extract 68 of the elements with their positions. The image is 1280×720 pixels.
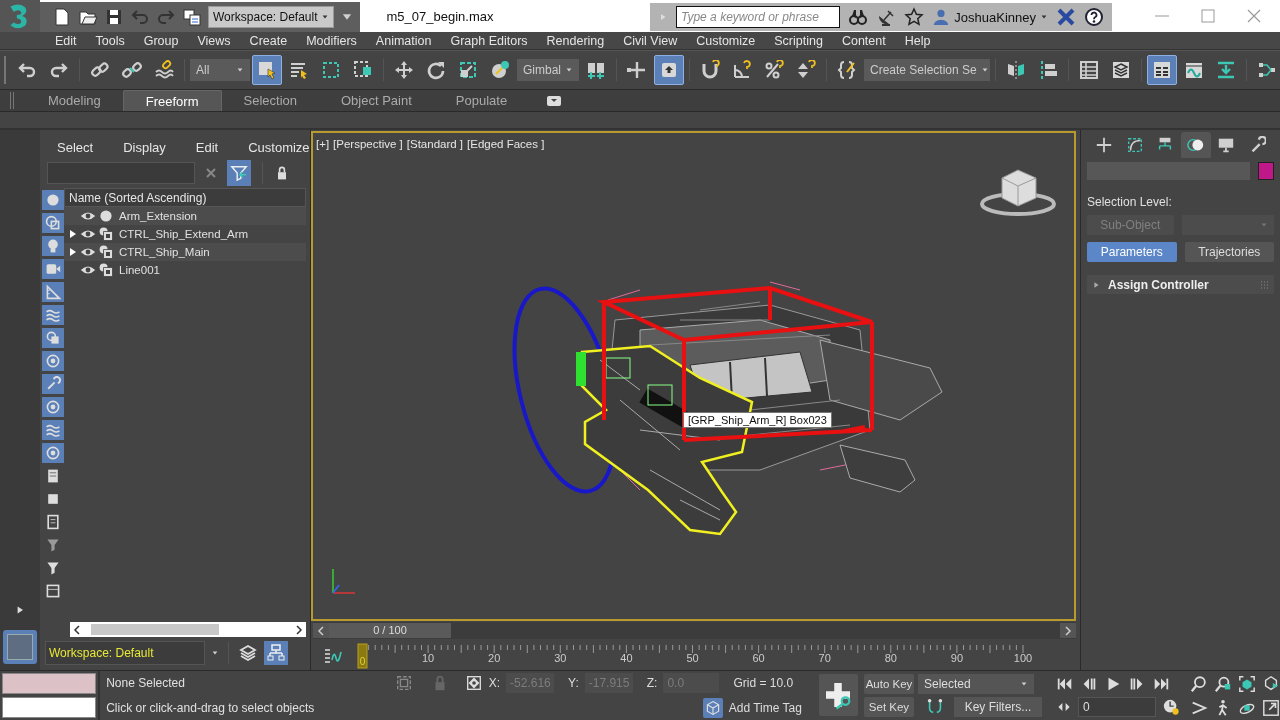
menu-item[interactable]: Scripting xyxy=(774,33,823,48)
workspace-dropdown[interactable]: Workspace: Default xyxy=(208,6,334,28)
viewport[interactable]: [+] [Perspective ] [Standard ] [Edged Faces ] [GRP_Ship_Arm_R] Box023 xyxy=(311,131,1076,621)
selection-status: None Selected xyxy=(106,676,186,691)
viewport-label[interactable]: [Edged Faces ] xyxy=(467,138,545,150)
frame-number: 20 xyxy=(488,652,501,664)
coordinate-label: Y: xyxy=(568,676,579,691)
frame-number: 30 xyxy=(554,652,567,664)
menu-item[interactable]: Rendering xyxy=(546,33,605,48)
mode-button[interactable]: Trajectories xyxy=(1184,242,1274,262)
menu-item[interactable]: Group xyxy=(143,33,179,48)
frame-field[interactable]: 0 xyxy=(1078,697,1156,717)
menu-item[interactable]: Graph Editors xyxy=(450,33,528,48)
time-tag-label[interactable]: Add Time Tag xyxy=(728,700,802,715)
menu-item[interactable]: Modifiers xyxy=(306,33,357,48)
object-name[interactable]: CTRL_Ship_Extend_Arm xyxy=(116,228,249,240)
prompt-text: Click or click-and-drag to select objects xyxy=(106,700,316,715)
menu-item[interactable]: Edit xyxy=(180,139,234,155)
section-label: Selection Level: xyxy=(1087,195,1173,209)
mode-button[interactable]: Parameters xyxy=(1087,242,1177,262)
workspace-dropdown[interactable]: Workspace: Default xyxy=(45,641,205,665)
named-selection-dropdown[interactable]: Create Selection Se xyxy=(864,59,990,81)
menu-item[interactable]: Edit xyxy=(55,33,77,48)
grid-size: Grid = 10.0 xyxy=(733,676,794,691)
ribbon-tab[interactable]: Modeling xyxy=(26,90,123,111)
frame-number: 70 xyxy=(818,652,831,664)
menu-item[interactable]: Views xyxy=(197,33,231,48)
ribbon-tab[interactable]: Selection xyxy=(221,90,319,111)
frame-number: 40 xyxy=(620,652,633,664)
viewport-label[interactable]: [Perspective ] xyxy=(333,138,403,150)
menu-item[interactable]: Tools xyxy=(95,33,125,48)
frame-number: 50 xyxy=(686,652,699,664)
auto-key-button[interactable]: Auto Key xyxy=(864,674,914,694)
menu-item[interactable]: Select xyxy=(42,139,109,155)
coordinate-label: Z: xyxy=(646,676,658,691)
window-title: m5_07_begin.max xyxy=(385,8,495,24)
time-slider-thumb[interactable]: 0 / 100 xyxy=(329,623,451,638)
current-frame: 0 xyxy=(359,656,366,667)
menu-item[interactable]: Civil View xyxy=(623,33,678,48)
frame-number: 60 xyxy=(752,652,765,664)
frame-number: 100 xyxy=(1013,652,1033,664)
key-filters-button[interactable]: Key Filters... xyxy=(954,697,1042,717)
selection-filter-dropdown[interactable]: All xyxy=(190,59,250,81)
set-key-button[interactable]: Set Key xyxy=(864,697,914,717)
menu-item[interactable]: Create xyxy=(249,33,288,48)
column-header[interactable]: Name (Sorted Ascending) xyxy=(64,188,306,207)
menu-item[interactable]: Help xyxy=(904,33,931,48)
viewport-label[interactable]: [Standard ] xyxy=(406,138,464,150)
menu-item[interactable]: Customize xyxy=(696,33,756,48)
frame-number: 80 xyxy=(884,652,897,664)
coordinate-label: X: xyxy=(488,676,501,691)
frame-number: 10 xyxy=(421,652,435,664)
menu-item[interactable]: Display xyxy=(108,139,181,155)
ribbon-tab[interactable]: Freeform xyxy=(122,90,222,111)
key-mode-dropdown[interactable]: Selected xyxy=(918,674,1034,694)
tooltip: [GRP_Ship_Arm_R] Box023 xyxy=(683,412,832,428)
coordinate-system-dropdown[interactable]: Gimbal xyxy=(517,59,579,81)
search-field[interactable]: Type a keyword or phrase xyxy=(676,6,841,28)
menu-item[interactable]: Animation xyxy=(375,33,432,48)
rollout-header[interactable]: Assign Controller xyxy=(1087,275,1274,294)
ribbon-tab[interactable]: Object Paint xyxy=(319,90,434,111)
object-name[interactable]: Line001 xyxy=(116,264,160,276)
menu-item[interactable]: Content xyxy=(841,33,886,48)
menu-item[interactable]: Customize xyxy=(233,139,310,155)
frame-number: 90 xyxy=(950,652,964,664)
ribbon-tab[interactable]: Populate xyxy=(433,90,530,111)
viewport-label[interactable]: [+] xyxy=(316,138,330,150)
user-menu[interactable]: JoshuaKinney xyxy=(932,8,1048,26)
